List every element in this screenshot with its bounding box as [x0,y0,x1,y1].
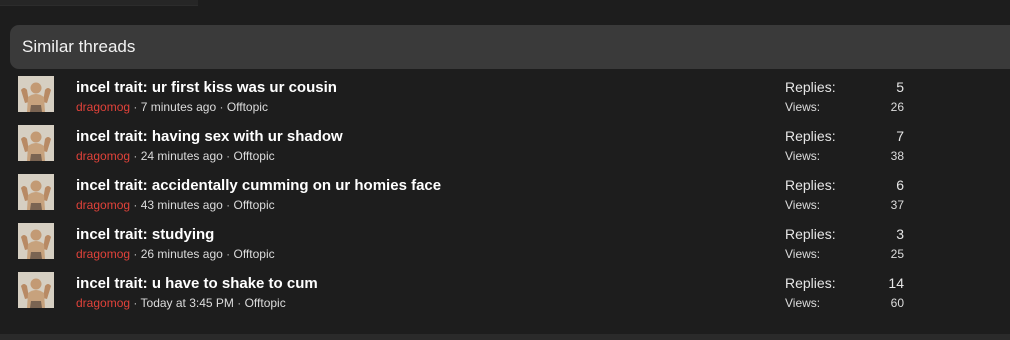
thread-time[interactable]: 7 minutes ago [141,100,216,114]
thread-row: incel trait: accidentally cumming on ur … [0,170,1010,219]
views-count: 37 [890,198,904,212]
thread-time[interactable]: 26 minutes ago [141,247,223,261]
next-section-edge [0,334,1010,340]
thread-row: incel trait: studying dragomog · 26 minu… [0,219,1010,268]
thread-meta: dragomog · 43 minutes ago · Offtopic [76,198,275,212]
separator: · [133,149,138,163]
avatar-person-icon [18,125,54,161]
thread-time[interactable]: Today at 3:45 PM [141,296,234,310]
thread-meta: dragomog · Today at 3:45 PM · Offtopic [76,296,286,310]
thread-title-link[interactable]: incel trait: studying [76,226,214,243]
replies-count: 3 [896,226,904,242]
views-label: Views: [785,198,821,212]
avatar-person-icon [18,76,54,112]
separator: · [226,198,231,212]
replies-label: Replies: [785,177,836,193]
forum-link[interactable]: Offtopic [233,198,274,212]
avatar[interactable] [18,125,54,161]
thread-meta: dragomog · 24 minutes ago · Offtopic [76,149,275,163]
avatar[interactable] [18,174,54,210]
views-label: Views: [785,100,821,114]
top-panel-edge [0,0,198,6]
thread-title-link[interactable]: incel trait: ur first kiss was ur cousin [76,79,337,96]
avatar-person-icon [18,272,54,308]
separator: · [133,247,138,261]
views-count: 60 [890,296,904,310]
thread-row: incel trait: u have to shake to cum drag… [0,268,1010,317]
forum-link[interactable]: Offtopic [233,247,274,261]
thread-row: incel trait: ur first kiss was ur cousin… [0,72,1010,121]
views-count: 38 [890,149,904,163]
replies-label: Replies: [785,275,836,291]
thread-meta: dragomog · 7 minutes ago · Offtopic [76,100,268,114]
separator: · [133,100,138,114]
replies-count: 5 [896,79,904,95]
replies-count: 14 [888,275,904,291]
avatar[interactable] [18,223,54,259]
thread-time[interactable]: 43 minutes ago [141,198,223,212]
thread-title-link[interactable]: incel trait: accidentally cumming on ur … [76,177,441,194]
separator: · [226,149,231,163]
thread-time[interactable]: 24 minutes ago [141,149,223,163]
author-link[interactable]: dragomog [76,247,130,261]
replies-label: Replies: [785,128,836,144]
avatar[interactable] [18,76,54,112]
replies-label: Replies: [785,79,836,95]
avatar-person-icon [18,223,54,259]
thread-title-link[interactable]: incel trait: having sex with ur shadow [76,128,343,145]
separator: · [237,296,242,310]
views-label: Views: [785,296,821,310]
replies-label: Replies: [785,226,836,242]
views-count: 25 [890,247,904,261]
separator: · [219,100,224,114]
thread-list: incel trait: ur first kiss was ur cousin… [0,72,1010,317]
forum-link[interactable]: Offtopic [227,100,268,114]
author-link[interactable]: dragomog [76,296,130,310]
similar-threads-header: Similar threads [10,25,1010,69]
thread-row: incel trait: having sex with ur shadow d… [0,121,1010,170]
avatar-person-icon [18,174,54,210]
author-link[interactable]: dragomog [76,198,130,212]
replies-count: 7 [896,128,904,144]
author-link[interactable]: dragomog [76,100,130,114]
separator: · [133,296,138,310]
thread-meta: dragomog · 26 minutes ago · Offtopic [76,247,275,261]
replies-count: 6 [896,177,904,193]
views-label: Views: [785,149,821,163]
thread-title-link[interactable]: incel trait: u have to shake to cum [76,275,318,292]
views-label: Views: [785,247,821,261]
section-title: Similar threads [22,37,136,56]
forum-link[interactable]: Offtopic [245,296,286,310]
separator: · [226,247,231,261]
separator: · [133,198,138,212]
avatar[interactable] [18,272,54,308]
forum-link[interactable]: Offtopic [233,149,274,163]
author-link[interactable]: dragomog [76,149,130,163]
views-count: 26 [890,100,904,114]
